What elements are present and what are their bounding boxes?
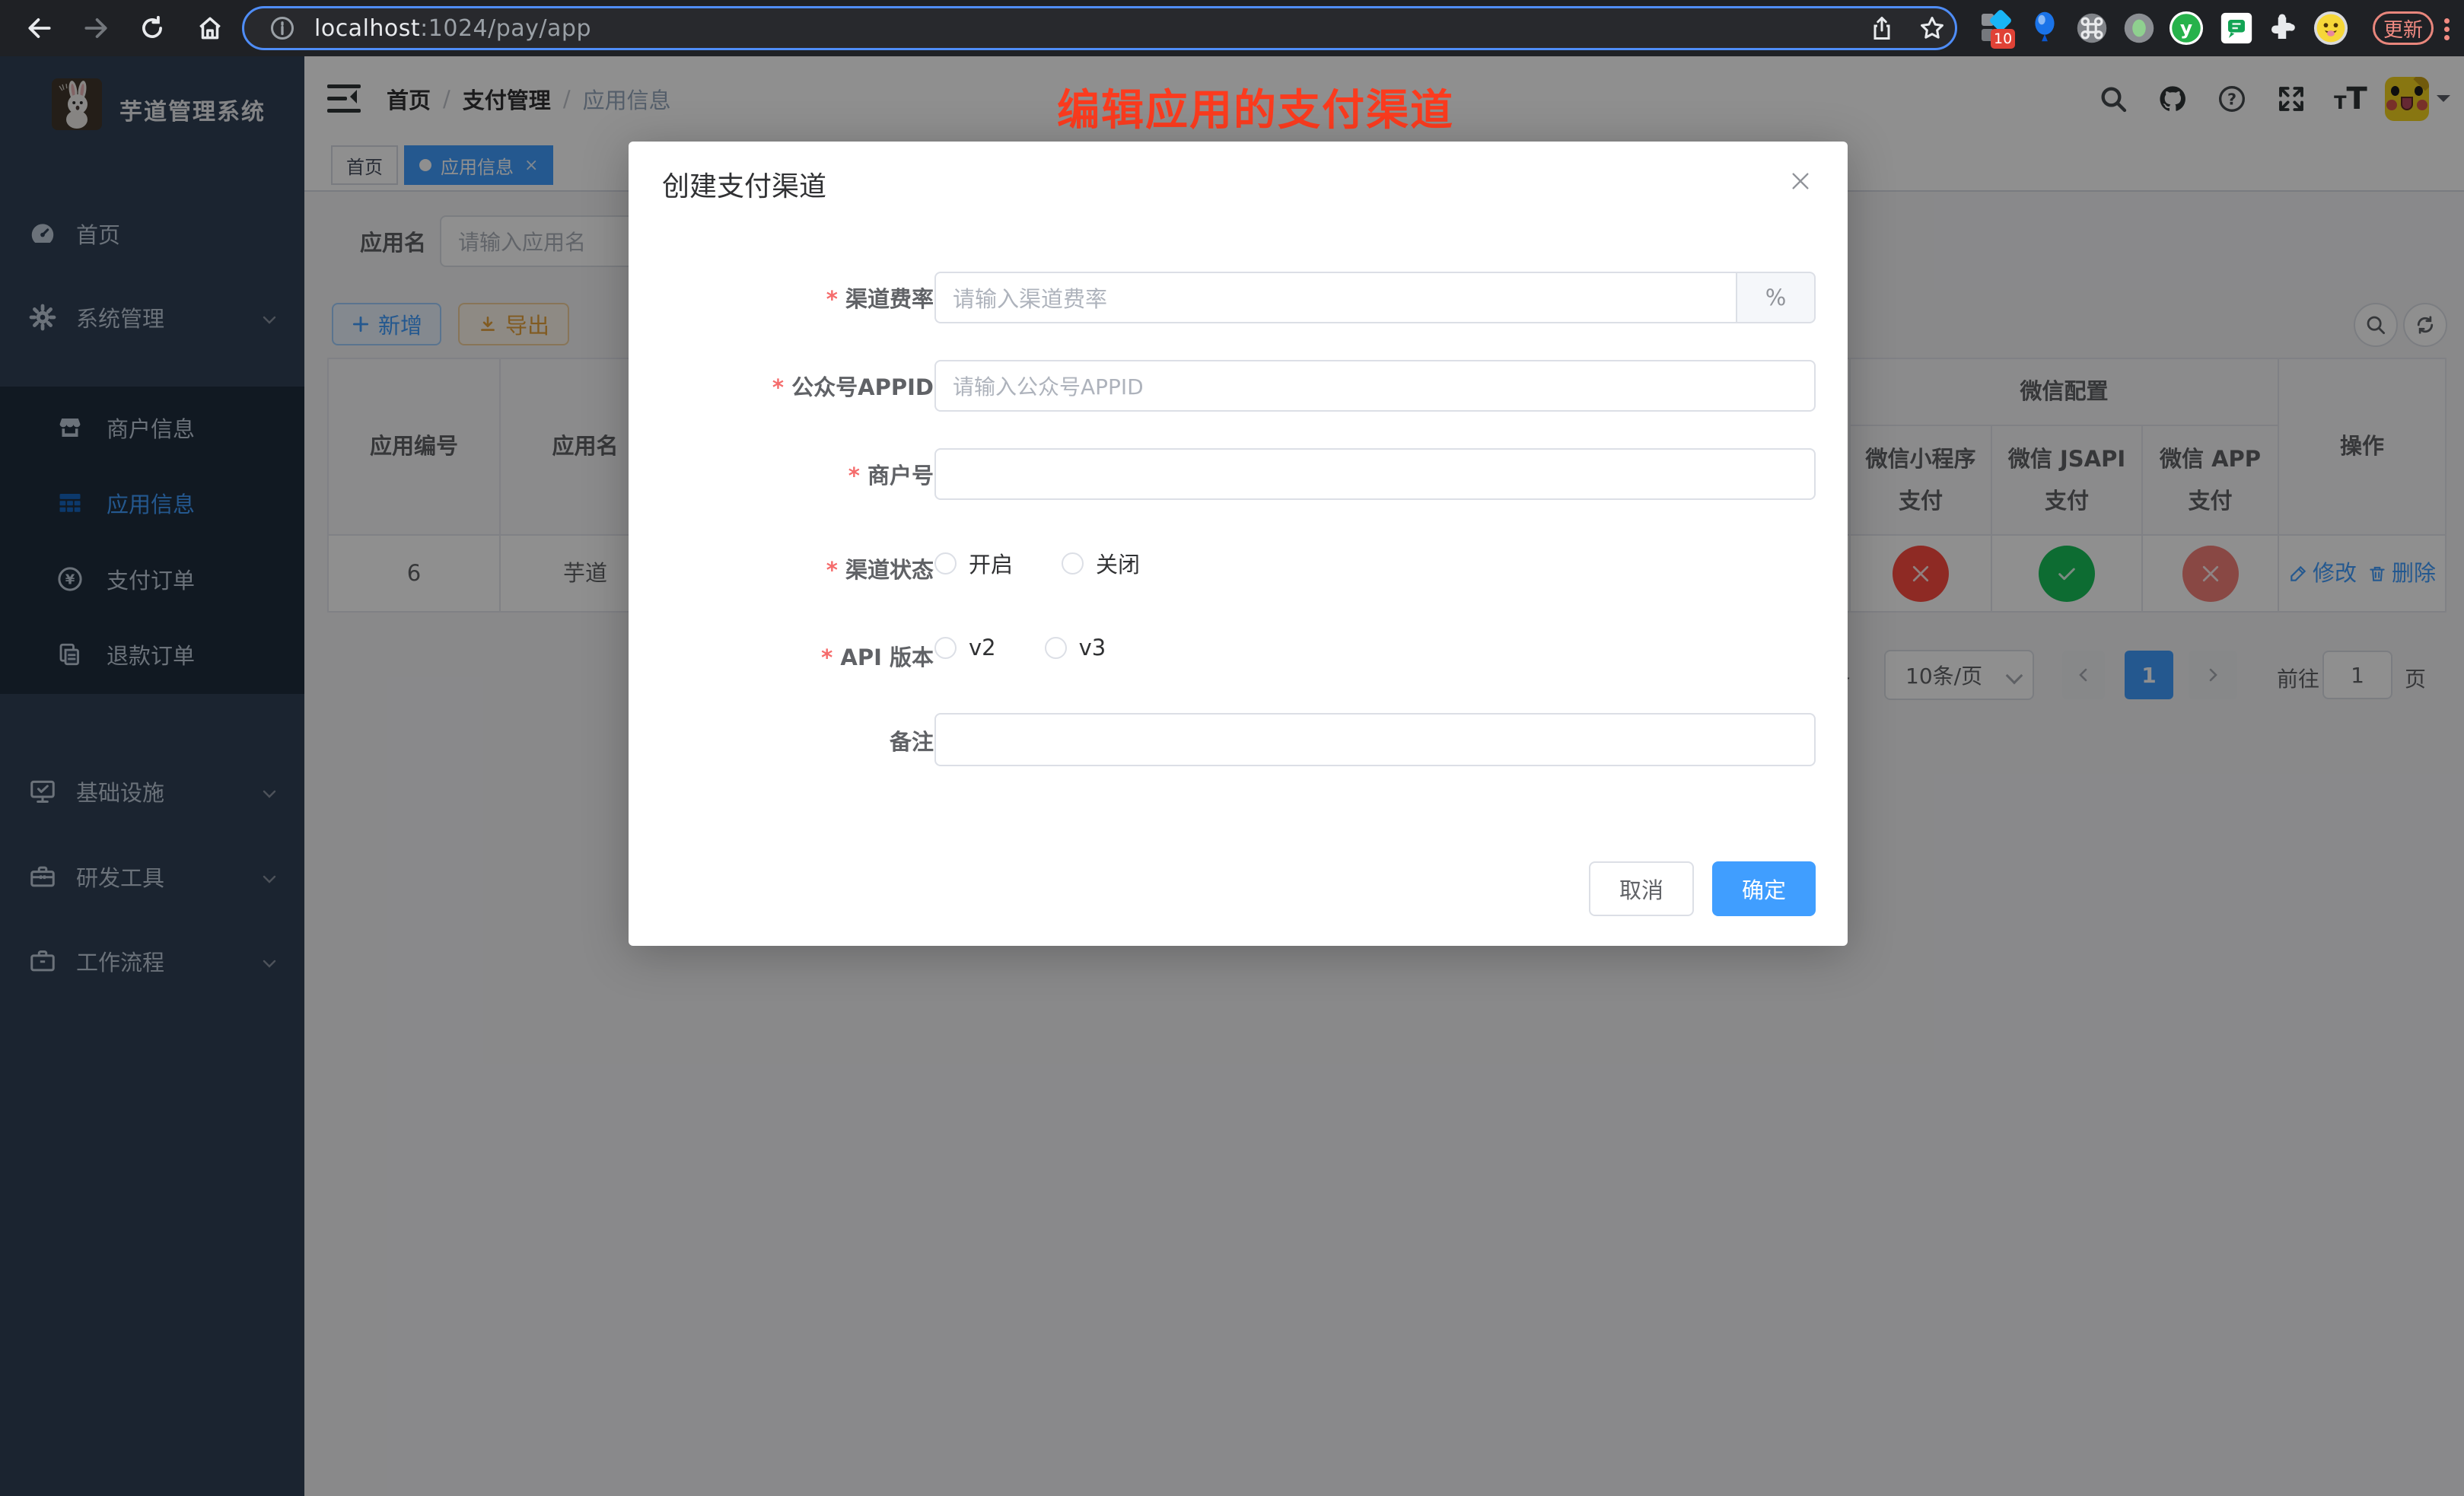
status-radio-group: 开启 关闭 [934,547,1189,579]
field-label-status: 渠道状态 [614,552,934,584]
browser-toolbar: localhost:1024/pay/app 10 y [0,0,2464,56]
radio-api-v3[interactable]: v3 [1045,635,1106,660]
remark-input[interactable] [934,713,1816,766]
dialog-close-button[interactable] [1787,167,1814,195]
api-version-radio-group: v2 v3 [934,635,1154,660]
address-bar[interactable]: localhost:1024/pay/app [242,6,1957,50]
radio-status-closed[interactable]: 关闭 [1062,547,1140,579]
radio-api-v2[interactable]: v2 [934,635,996,660]
extension-balloon-icon[interactable] [2026,11,2064,45]
browser-forward-button[interactable] [79,14,113,43]
close-icon [1788,169,1813,193]
create-channel-dialog: 创建支付渠道 渠道费率 请输入渠道费率 % 公众号APPID 请输入公众号APP… [629,142,1848,946]
cancel-button[interactable]: 取消 [1589,861,1694,916]
appid-input[interactable]: 请输入公众号APPID [934,360,1816,412]
extension-command-icon[interactable] [2073,12,2111,44]
browser-home-button[interactable] [193,14,227,43]
browser-menu-icon[interactable] [2444,15,2449,43]
home-icon [196,14,224,43]
confirm-button[interactable]: 确定 [1712,861,1816,916]
bookmark-star-icon[interactable] [1915,14,1949,43]
extension-badge: 10 [1991,29,2015,49]
url-text: localhost:1024/pay/app [314,15,591,42]
radio-icon [934,637,957,659]
screen: localhost:1024/pay/app 10 y [0,0,2464,1496]
dialog-title: 创建支付渠道 [662,164,826,204]
forward-icon [81,14,110,43]
site-info-icon[interactable] [266,14,299,42]
field-label-api-version: API 版本 [614,640,934,672]
rate-suffix: % [1736,272,1816,323]
extension-dot-icon[interactable] [2120,12,2158,44]
browser-update-button[interactable]: 更新 [2373,11,2434,45]
reload-icon [138,14,167,43]
back-icon [25,14,54,43]
browser-reload-button[interactable] [135,14,169,43]
extensions-puzzle-icon[interactable] [2262,12,2303,44]
radio-icon [1045,637,1067,659]
field-label-rate: 渠道费率 [614,282,934,314]
radio-icon [934,552,957,575]
browser-back-button[interactable] [23,14,56,43]
svg-text:y: y [2180,18,2192,40]
extension-chat-icon[interactable] [2216,11,2257,45]
annotation-text: 编辑应用的支付渠道 [982,76,1530,138]
radio-icon [1062,552,1084,575]
field-label-merchant-no: 商户号 [614,458,934,490]
profile-avatar-icon[interactable] [2310,11,2351,46]
extension-pin-icon[interactable]: 10 [1979,11,2017,46]
rate-input[interactable]: 请输入渠道费率 % [934,272,1816,323]
merchant-no-input[interactable] [934,448,1816,500]
field-label-remark: 备注 [614,724,934,756]
share-icon[interactable] [1865,14,1899,42]
radio-status-open[interactable]: 开启 [934,547,1013,579]
extension-y-icon[interactable]: y [2166,11,2207,46]
field-label-appid: 公众号APPID [614,370,934,402]
